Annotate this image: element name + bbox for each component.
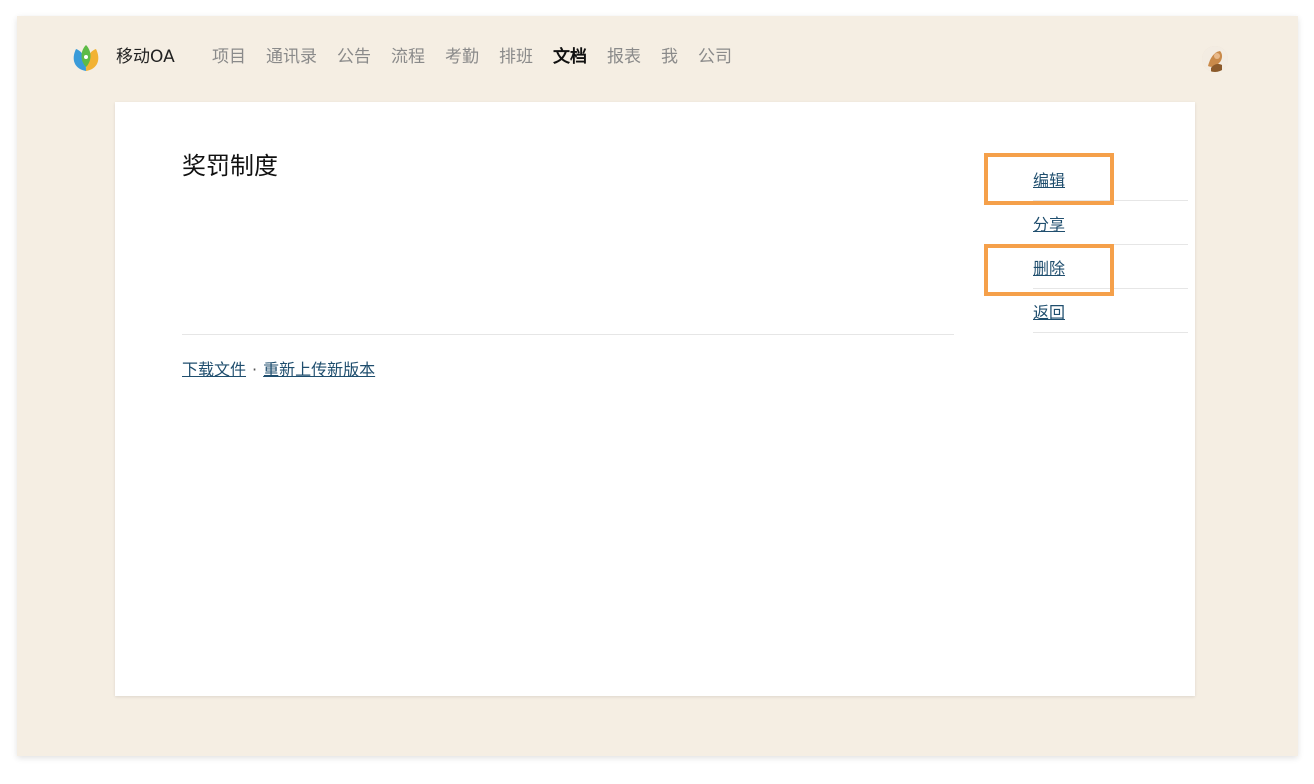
share-link[interactable]: 分享 (1033, 211, 1065, 235)
edit-link[interactable]: 编辑 (1033, 167, 1065, 191)
link-separator: · (252, 360, 258, 379)
action-row-share: 分享 (1033, 201, 1188, 245)
file-links: 下载文件 · 重新上传新版本 (182, 359, 375, 381)
nav-item-contacts[interactable]: 通讯录 (266, 46, 317, 68)
nav-item-reports[interactable]: 报表 (607, 46, 641, 68)
nav-item-attendance[interactable]: 考勤 (445, 46, 479, 68)
nav-item-workflow[interactable]: 流程 (391, 46, 425, 68)
action-row-back: 返回 (1033, 289, 1188, 333)
nav-item-company[interactable]: 公司 (698, 46, 732, 68)
avatar-image (1202, 46, 1228, 72)
nav-item-me[interactable]: 我 (661, 46, 678, 68)
nav-item-documents[interactable]: 文档 (553, 46, 587, 68)
user-avatar[interactable] (1202, 46, 1228, 72)
reupload-new-version-link[interactable]: 重新上传新版本 (263, 360, 375, 379)
top-navigation-bar: 移动OA 项目 通讯录 公告 流程 考勤 排班 文档 报表 我 公司 (17, 16, 1298, 98)
download-file-link[interactable]: 下载文件 (182, 360, 246, 379)
leaf-logo-icon[interactable] (70, 43, 102, 73)
nav-item-announcements[interactable]: 公告 (337, 46, 371, 68)
main-nav: 项目 通讯录 公告 流程 考勤 排班 文档 报表 我 公司 (212, 46, 752, 68)
action-row-delete: 删除 (1033, 245, 1188, 289)
app-name[interactable]: 移动OA (116, 46, 175, 68)
nav-item-scheduling[interactable]: 排班 (499, 46, 533, 68)
document-card: 奖罚制度 下载文件 · 重新上传新版本 编辑 分享 删除 返回 (115, 102, 1195, 696)
document-title: 奖罚制度 (182, 152, 278, 180)
document-actions: 编辑 分享 删除 返回 (1033, 157, 1188, 333)
delete-link[interactable]: 删除 (1033, 255, 1065, 279)
content-divider (182, 334, 954, 335)
app-frame: 移动OA 项目 通讯录 公告 流程 考勤 排班 文档 报表 我 公司 奖罚制度 … (17, 16, 1298, 756)
nav-item-projects[interactable]: 项目 (212, 46, 246, 68)
action-row-edit: 编辑 (1033, 157, 1188, 201)
back-link[interactable]: 返回 (1033, 299, 1065, 323)
